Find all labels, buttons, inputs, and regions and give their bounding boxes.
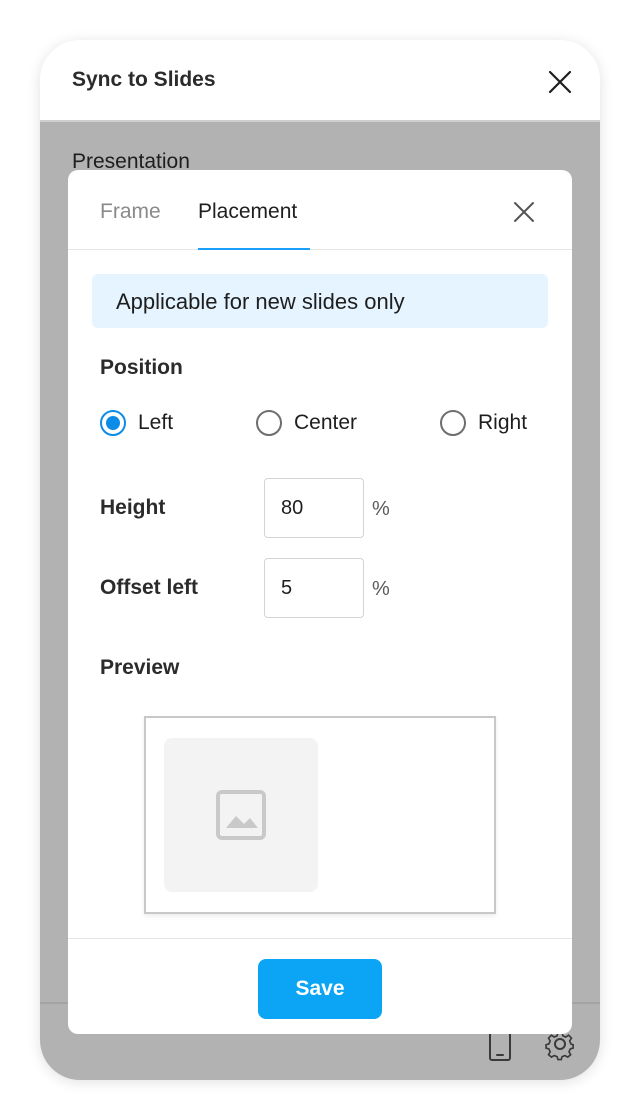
- info-notice: Applicable for new slides only: [92, 274, 548, 328]
- offset-left-unit: %: [372, 578, 390, 600]
- preview-frame: [144, 716, 496, 914]
- tab-bar: Frame Placement: [68, 170, 572, 250]
- radio-button[interactable]: [100, 410, 126, 436]
- placement-modal: Frame Placement Applicable for new slide…: [68, 170, 572, 1034]
- position-radio-center[interactable]: Center: [256, 410, 376, 436]
- radio-label: Right: [478, 411, 528, 434]
- radio-button[interactable]: [256, 410, 282, 436]
- height-input[interactable]: [264, 478, 364, 538]
- radio-label: Left: [138, 411, 174, 434]
- height-label: Height: [100, 496, 166, 519]
- tab-placement[interactable]: Placement: [198, 200, 297, 224]
- panel-header: Sync to Slides: [40, 40, 600, 122]
- offset-left-label: Offset left: [100, 576, 199, 599]
- active-tab-indicator: [198, 248, 310, 250]
- panel-title: Sync to Slides: [72, 68, 216, 91]
- radio-button[interactable]: [440, 410, 466, 436]
- height-unit: %: [372, 498, 390, 520]
- position-label: Position: [100, 356, 183, 379]
- position-radio-left[interactable]: Left: [100, 410, 200, 436]
- notice-text: Applicable for new slides only: [116, 289, 405, 314]
- radio-label: Center: [294, 411, 358, 434]
- modal-footer: Save: [68, 938, 572, 1034]
- save-button[interactable]: Save: [258, 959, 382, 1019]
- position-radio-right[interactable]: Right: [440, 410, 550, 436]
- preview-image-placeholder: [164, 738, 318, 892]
- tab-frame[interactable]: Frame: [100, 200, 161, 224]
- preview-label: Preview: [100, 656, 180, 679]
- image-icon: [214, 788, 268, 842]
- close-icon[interactable]: [510, 198, 538, 226]
- offset-left-input[interactable]: [264, 558, 364, 618]
- close-icon[interactable]: [544, 66, 576, 98]
